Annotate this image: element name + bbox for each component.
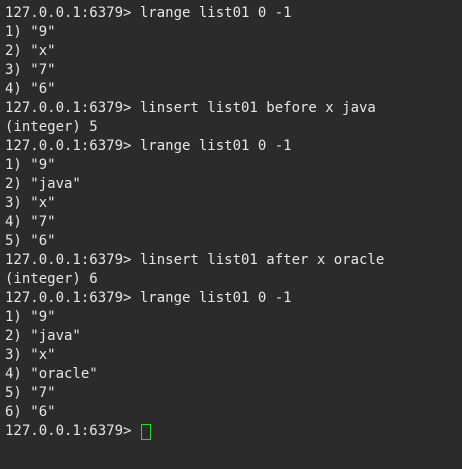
terminal-line: (integer) 5 <box>5 119 98 135</box>
terminal-line: 5) "6" <box>5 233 56 249</box>
terminal-window[interactable]: 127.0.0.1:6379> lrange list01 0 -1 1) "9… <box>0 0 462 469</box>
terminal-line: 6) "6" <box>5 404 56 420</box>
terminal-line: 127.0.0.1:6379> lrange list01 0 -1 <box>5 138 292 154</box>
terminal-line: 5) "7" <box>5 385 56 401</box>
terminal-line: (integer) 6 <box>5 271 98 287</box>
terminal-line: 3) "7" <box>5 62 56 78</box>
terminal-line: 2) "java" <box>5 176 81 192</box>
prompt-text: 127.0.0.1:6379> <box>5 423 140 439</box>
terminal-line: 1) "9" <box>5 309 56 325</box>
terminal-line: 4) "6" <box>5 81 56 97</box>
terminal-line: 3) "x" <box>5 195 56 211</box>
terminal-line: 3) "x" <box>5 347 56 363</box>
terminal-line: 1) "9" <box>5 24 56 40</box>
terminal-line: 1) "9" <box>5 157 56 173</box>
terminal-line: 127.0.0.1:6379> linsert list01 after x o… <box>5 252 385 268</box>
terminal-line: 127.0.0.1:6379> lrange list01 0 -1 <box>5 5 292 21</box>
terminal-line: 127.0.0.1:6379> linsert list01 before x … <box>5 100 376 116</box>
cursor-block[interactable] <box>140 423 151 440</box>
terminal-line: 127.0.0.1:6379> lrange list01 0 -1 <box>5 290 292 306</box>
terminal-line: 2) "x" <box>5 43 56 59</box>
terminal-line: 4) "oracle" <box>5 366 98 382</box>
terminal-line: 2) "java" <box>5 328 81 344</box>
terminal-line: 4) "7" <box>5 214 56 230</box>
command-prompt-line[interactable]: 127.0.0.1:6379> <box>5 422 462 441</box>
